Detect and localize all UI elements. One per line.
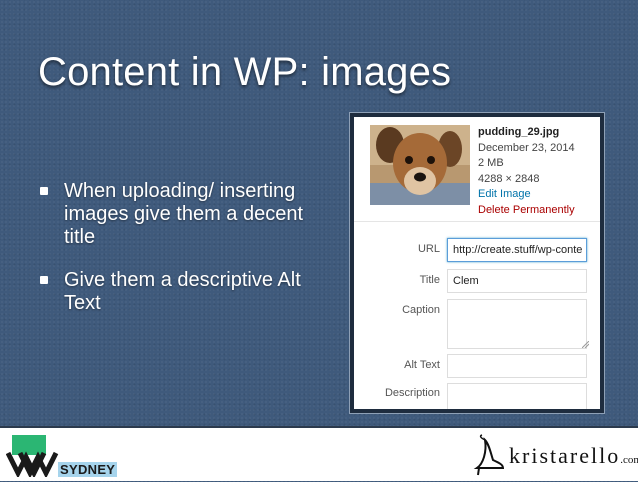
caption-label: Caption — [402, 304, 440, 316]
bullet-item: Give them a descriptive Alt Text — [38, 269, 328, 315]
divider — [354, 221, 600, 222]
high-heel-shoe-icon — [473, 434, 505, 476]
wp-sydney-mark-icon — [5, 435, 59, 479]
wordpress-sydney-logo: SYDNEY — [5, 433, 118, 479]
bullet-marker — [40, 187, 48, 195]
alt-text-label: Alt Text — [404, 359, 440, 371]
attachment-filesize: 2 MB — [478, 157, 504, 169]
url-label: URL — [417, 243, 440, 255]
title-label: Title — [419, 274, 440, 286]
bullet-marker — [40, 276, 48, 284]
attachment-details-panel: pudding_29.jpg December 23, 2014 2 MB 42… — [350, 113, 604, 413]
delete-permanently-link[interactable]: Delete Permanently — [478, 203, 575, 219]
alt-text-field[interactable] — [447, 354, 587, 378]
sydney-text: SYDNEY — [58, 462, 118, 477]
edit-image-link[interactable]: Edit Image — [478, 187, 575, 203]
caption-field[interactable] — [447, 299, 587, 349]
bullet-list: When uploading/ inserting images give th… — [38, 180, 328, 335]
title-field[interactable]: Clem — [447, 269, 587, 293]
kristarello-logo: kristarello.com — [473, 434, 638, 476]
attachment-dimensions: 4288 × 2848 — [478, 172, 540, 185]
footer-bar: SYDNEY kristarello.com — [0, 426, 638, 481]
kristarello-wordmark: kristarello.com — [509, 443, 638, 469]
dog-photo-image — [370, 125, 470, 205]
attachment-meta: pudding_29.jpg December 23, 2014 2 MB 42… — [478, 125, 575, 218]
description-label: Description — [384, 387, 440, 399]
description-field[interactable] — [447, 383, 587, 409]
attachment-thumbnail[interactable] — [370, 125, 470, 205]
attachment-filename: pudding_29.jpg — [478, 126, 560, 138]
attachment-date: December 23, 2014 — [478, 141, 575, 154]
bullet-item: When uploading/ inserting images give th… — [38, 180, 328, 249]
bullet-text: Give them a descriptive Alt Text — [64, 269, 301, 314]
slide-title: Content in WP: images — [38, 50, 452, 94]
kristarello-name: kristarello — [509, 443, 621, 468]
bullet-text: When uploading/ inserting images give th… — [64, 180, 304, 248]
kristarello-suffix: .com — [620, 454, 638, 466]
resize-grip-icon[interactable] — [582, 341, 589, 348]
url-field[interactable]: http://create.stuff/wp-conte — [447, 238, 587, 262]
